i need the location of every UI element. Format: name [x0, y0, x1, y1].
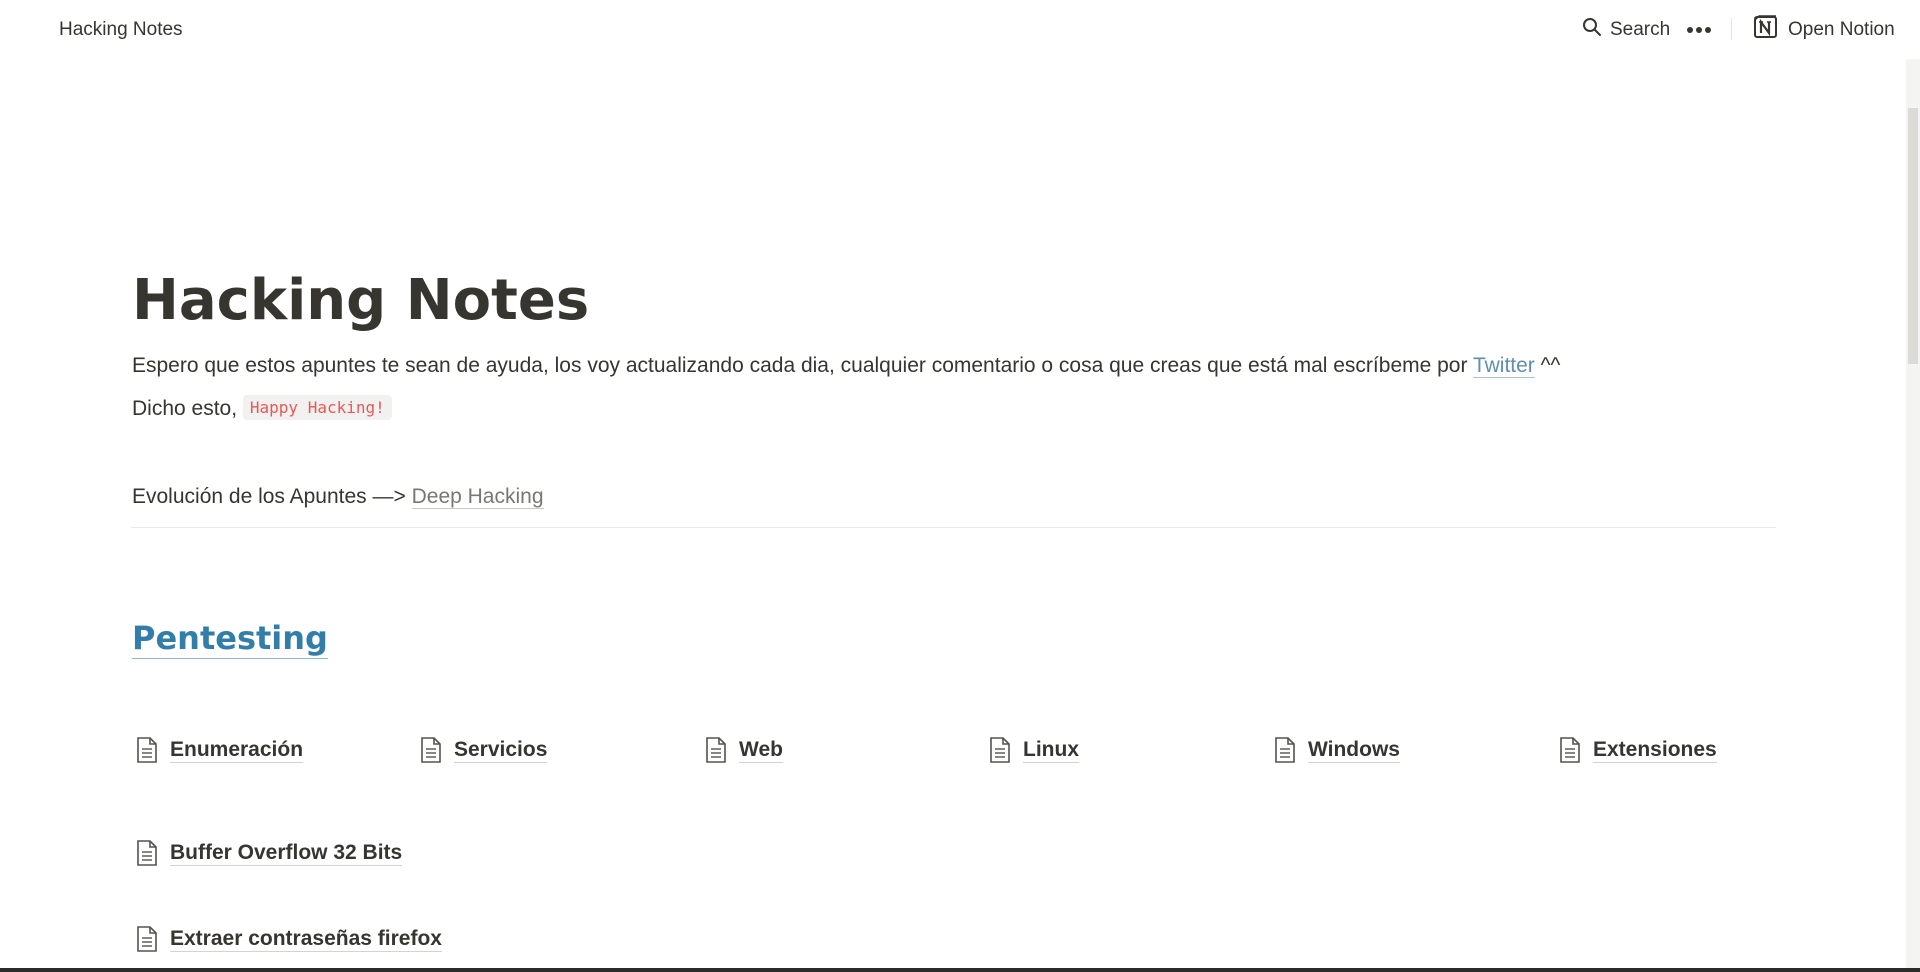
- top-bar: Hacking Notes Search Open Notion: [0, 0, 1920, 59]
- dicho-text: Dicho esto,: [132, 397, 243, 421]
- page-link-label: Web: [739, 737, 783, 764]
- page-link-label: Extraer contraseñas firefox: [170, 926, 442, 953]
- search-icon: [1582, 17, 1602, 43]
- page-link-extensiones[interactable]: Extensiones: [1557, 735, 1717, 765]
- document-icon: [703, 735, 729, 765]
- breadcrumb-title[interactable]: Hacking Notes: [59, 19, 183, 41]
- document-icon: [987, 735, 1013, 765]
- intro-suffix: ^^: [1534, 354, 1561, 377]
- notion-logo-icon: [1753, 14, 1779, 46]
- page-link-buffer-overflow[interactable]: Buffer Overflow 32 Bits: [134, 838, 403, 868]
- page-link-label: Enumeración: [170, 737, 304, 764]
- page-link-extraer-contrasenas[interactable]: Extraer contraseñas firefox: [134, 924, 442, 954]
- search-label: Search: [1610, 19, 1671, 40]
- page-link-label: Windows: [1308, 737, 1400, 764]
- page-link-label: Linux: [1023, 737, 1079, 764]
- ellipsis-icon: [1686, 21, 1712, 39]
- intro-text: Espero que estos apuntes te sean de ayud…: [132, 354, 1473, 377]
- section-heading-pentesting[interactable]: Pentesting: [132, 618, 328, 659]
- evolution-text: Evolución de los Apuntes —>: [132, 485, 412, 508]
- document-icon: [418, 735, 444, 765]
- page-title: Hacking Notes: [132, 268, 590, 333]
- search-button[interactable]: Search: [1582, 17, 1670, 43]
- document-icon: [1272, 735, 1298, 765]
- divider-line: [131, 527, 1776, 528]
- evolution-paragraph: Evolución de los Apuntes —> Deep Hacking: [132, 485, 544, 509]
- page-link-label: Servicios: [454, 737, 548, 764]
- document-icon: [134, 838, 160, 868]
- page-link-enumeracion[interactable]: Enumeración: [134, 735, 304, 765]
- document-icon: [1557, 735, 1583, 765]
- intro-paragraph: Espero que estos apuntes te sean de ayud…: [132, 354, 1560, 378]
- happy-hacking-code: Happy Hacking!: [242, 395, 392, 420]
- topbar-divider: [1731, 18, 1732, 40]
- twitter-link[interactable]: Twitter: [1472, 354, 1535, 378]
- more-options-button[interactable]: [1685, 17, 1713, 43]
- window-bottom-border: [0, 968, 1920, 972]
- page-link-label: Buffer Overflow 32 Bits: [170, 840, 403, 867]
- page-link-label: Extensiones: [1593, 737, 1717, 764]
- dicho-paragraph: Dicho esto, Happy Hacking!: [132, 395, 392, 422]
- scrollbar-thumb[interactable]: [1908, 108, 1918, 364]
- open-notion-button[interactable]: Open Notion: [1753, 14, 1895, 46]
- document-icon: [134, 924, 160, 954]
- page-link-linux[interactable]: Linux: [987, 735, 1079, 765]
- deep-hacking-link[interactable]: Deep Hacking: [411, 485, 544, 509]
- document-icon: [134, 735, 160, 765]
- page-link-windows[interactable]: Windows: [1272, 735, 1400, 765]
- open-notion-label: Open Notion: [1788, 19, 1895, 40]
- page-link-web[interactable]: Web: [703, 735, 783, 765]
- page-link-servicios[interactable]: Servicios: [418, 735, 548, 765]
